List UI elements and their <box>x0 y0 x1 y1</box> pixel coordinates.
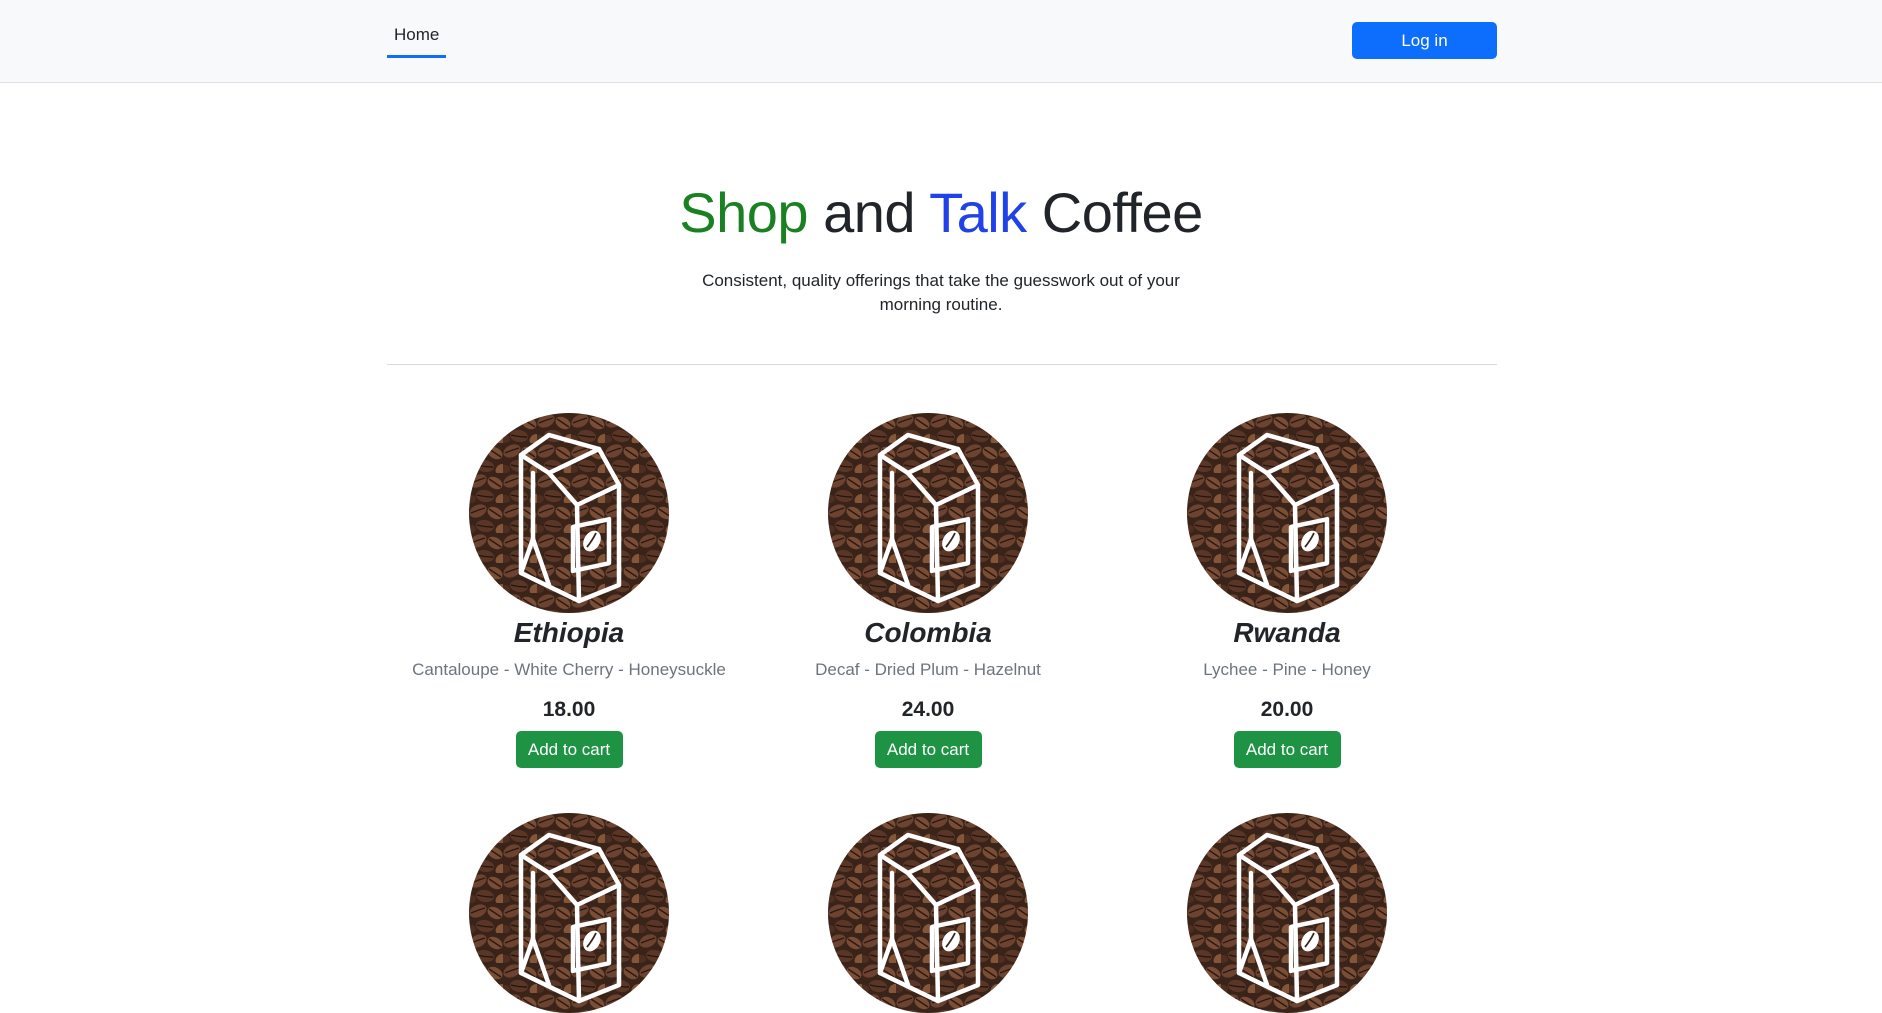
product-name: Colombia <box>864 617 992 648</box>
page-title: Shop and Talk Coffee <box>0 175 1882 251</box>
product-card-4 <box>389 813 749 1013</box>
product-name: Rwanda <box>1233 617 1341 648</box>
product-price: 24.00 <box>901 698 955 721</box>
product-price: 20.00 <box>1260 698 1314 721</box>
product-price: 18.00 <box>542 698 596 721</box>
coffee-bag-icon[interactable] <box>469 413 669 613</box>
coffee-bag-icon[interactable] <box>828 413 1028 613</box>
coffee-bag-icon[interactable] <box>469 813 669 1013</box>
product-card-colombia: Colombia Decaf - Dried Plum - Hazelnut 2… <box>748 413 1108 768</box>
title-word-talk: Talk <box>929 181 1027 244</box>
add-to-cart-button[interactable]: Add to cart <box>1233 731 1341 768</box>
product-notes: Decaf - Dried Plum - Hazelnut <box>815 660 1041 679</box>
coffee-bag-icon[interactable] <box>828 813 1028 1013</box>
title-word-coffee: Coffee <box>1041 181 1203 244</box>
product-card-5 <box>748 813 1108 1013</box>
nav-home-link[interactable]: Home <box>387 19 447 58</box>
section-divider <box>387 364 1497 365</box>
product-card-rwanda: Rwanda Lychee - Pine - Honey 20.00 Add t… <box>1107 413 1467 768</box>
coffee-bag-icon[interactable] <box>1187 413 1387 613</box>
product-card-ethiopia: Ethiopia Cantaloupe - White Cherry - Hon… <box>389 413 749 768</box>
hero-section: Shop and Talk Coffee Consistent, quality… <box>0 175 1882 317</box>
login-button[interactable]: Log in <box>1352 22 1497 59</box>
page-subtitle: Consistent, quality offerings that take … <box>702 271 1180 314</box>
product-notes: Cantaloupe - White Cherry - Honeysuckle <box>412 660 726 679</box>
product-card-6 <box>1107 813 1467 1013</box>
product-notes: Lychee - Pine - Honey <box>1203 660 1371 679</box>
coffee-bag-icon[interactable] <box>1187 813 1387 1013</box>
title-word-and: and <box>823 181 916 244</box>
add-to-cart-button[interactable]: Add to cart <box>515 731 623 768</box>
add-to-cart-button[interactable]: Add to cart <box>874 731 982 768</box>
title-word-shop: Shop <box>679 181 809 244</box>
product-name: Ethiopia <box>513 617 625 648</box>
top-navbar: Home Log in <box>0 0 1882 83</box>
